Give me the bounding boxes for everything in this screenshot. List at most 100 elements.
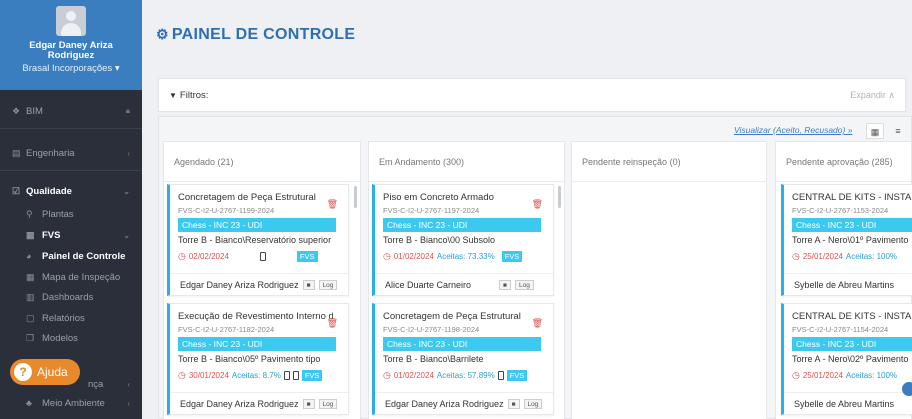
sidebar-item-label: Engenharia xyxy=(26,147,75,159)
card-tag: Chess - INC 23 - UDI xyxy=(792,337,912,351)
card-tag: Chess - INC 23 - UDI xyxy=(383,337,541,351)
card-accepted: Aceitas: 73.33% xyxy=(436,251,495,261)
comment-icon[interactable]: ■ xyxy=(499,279,511,290)
card-tag: Chess - INC 23 - UDI xyxy=(383,218,541,232)
card-tag: Chess - INC 23 - UDI xyxy=(178,218,336,232)
sidebar-item-dashboards[interactable]: ▥ Dashboards xyxy=(0,287,142,307)
card-user: Sybelle de Abreu Martins xyxy=(794,398,895,409)
card-title: Piso em Concreto Armado xyxy=(383,192,494,203)
inspection-card[interactable]: Piso em Concreto Armado FVS-C-I2-U-2767-… xyxy=(372,184,554,296)
comment-icon[interactable]: ■ xyxy=(507,398,520,409)
card-meta: ◷ 02/02/2024 FVS xyxy=(178,249,340,263)
lock-icon: 🔒︎ xyxy=(125,106,130,115)
inspection-card[interactable]: CENTRAL DE KITS - INSTALAÇÕ FVS-C-I2-U-2… xyxy=(781,184,912,296)
copy-icon: ❐ xyxy=(26,332,35,343)
card-location: Torre B - Bianco\05º Pavimento tipo xyxy=(178,354,321,364)
trash-icon[interactable]: 🗑︎ xyxy=(532,318,543,329)
scrollbar[interactable] xyxy=(354,186,357,208)
card-code: FVS-C-I2-U-2767-1197-2024 xyxy=(383,206,480,215)
grid-icon: ▦ xyxy=(26,271,35,282)
card-footer: Edgar Daney Ariza Rodriguez ■ Log xyxy=(170,273,348,295)
sidebar-item-painel-de-controle[interactable]: ◕ Painel de Controle xyxy=(0,246,142,266)
scrollbar[interactable] xyxy=(558,186,561,208)
card-accepted: Aceitas: 57.89% xyxy=(436,370,495,380)
trash-icon[interactable]: 🗑︎ xyxy=(532,199,543,210)
card-location: Torre B - Bianco\Reservatório superior xyxy=(178,235,332,245)
card-user: Alice Duarte Carneiro xyxy=(385,279,472,290)
list-view-button[interactable]: ≡ xyxy=(889,123,907,139)
sidebar-item-label: Relatórios xyxy=(42,312,85,324)
column-header: Em Andamento (300) xyxy=(369,142,564,182)
card-meta: ◷ 25/01/2024 Aceitas: 100% xyxy=(792,249,904,263)
mobile-icon xyxy=(292,370,299,380)
clock-icon: ◷ xyxy=(792,250,800,261)
log-button[interactable]: Log xyxy=(318,398,338,409)
card-meta: ◷ 01/02/2024 Aceitas: 57.89% FVS xyxy=(383,368,545,382)
card-meta: ◷ 25/01/2024 Aceitas: 100% xyxy=(792,368,904,382)
clock-icon: ◷ xyxy=(383,369,391,380)
card-footer: Sybelle de Abreu Martins xyxy=(784,273,912,295)
sidebar-item-engenharia[interactable]: ▤ Engenharia ‹ xyxy=(0,143,142,163)
sidebar-item-meio-ambiente[interactable]: ♣ Meio Ambiente ‹ xyxy=(0,393,142,413)
column-header: Pendente reinspeção (0) xyxy=(572,142,766,182)
fvs-badge[interactable]: FVS xyxy=(296,250,318,262)
sidebar-item-label: Modelos xyxy=(42,332,78,344)
inspection-card[interactable]: CENTRAL DE KITS - INSTALAÇÕ FVS-C-I2-U-2… xyxy=(781,303,912,415)
help-label: Ajuda xyxy=(37,365,68,379)
fvs-badge[interactable]: FVS xyxy=(501,250,523,262)
log-button[interactable]: Log xyxy=(318,279,338,290)
view-accepted-rejected-link[interactable]: Visualizar (Aceito, Recusado) » xyxy=(734,125,852,135)
expand-button[interactable]: Expandir ∧ xyxy=(850,90,895,101)
sidebar-item-mapa-de-inspecao[interactable]: ▦ Mapa de Inspeção xyxy=(0,267,142,287)
card-accepted: Aceitas: 8.7% xyxy=(231,370,281,380)
card-date: 02/02/2024 xyxy=(188,251,229,261)
card-code: FVS-C-I2-U-2767-1199-2024 xyxy=(178,206,275,215)
sidebar-item-plantas[interactable]: ⚲ Plantas xyxy=(0,204,142,224)
comment-icon[interactable]: ■ xyxy=(302,279,315,290)
log-button[interactable]: Log xyxy=(514,279,534,290)
sidebar-item-qualidade[interactable]: ☑ Qualidade ⌄ xyxy=(0,181,142,201)
map-marker-icon: ⚲ xyxy=(26,208,33,219)
sidebar-item-label: Meio Ambiente xyxy=(42,397,105,409)
inspection-card[interactable]: Concretagem de Peça Estrutural FVS-C-I2-… xyxy=(372,303,554,415)
sidebar-item-bim[interactable]: ❖ BIM 🔒︎ xyxy=(0,101,142,121)
list-icon: ≡ xyxy=(895,126,901,136)
card-title: Concretagem de Peça Estrutural xyxy=(178,192,316,203)
card-user: Edgar Daney Ariza Rodriguez xyxy=(180,279,299,290)
fvs-badge[interactable]: FVS xyxy=(506,369,528,381)
sidebar-item-fvs[interactable]: ▦ FVS ⌄ xyxy=(0,225,142,245)
card-tag: Chess - INC 23 - UDI xyxy=(178,337,336,351)
bar-chart-icon: ▥ xyxy=(26,291,35,302)
card-location: Torre B - Bianco\00 Subsolo xyxy=(383,235,496,245)
column-pendente-reinspecao: Pendente reinspeção (0) xyxy=(571,141,767,419)
fvs-badge[interactable]: FVS xyxy=(301,369,323,381)
building-icon: ▤ xyxy=(12,147,21,158)
sidebar-item-modelos[interactable]: ❐ Modelos xyxy=(0,328,142,348)
avatar[interactable] xyxy=(56,6,86,36)
card-date: 25/01/2024 xyxy=(802,251,843,261)
inspection-card[interactable]: Concretagem de Peça Estrutural FVS-C-I2-… xyxy=(167,184,349,296)
user-name: Edgar Daney Ariza Rodriguez xyxy=(29,40,113,61)
dashboard-icon: ⚙ xyxy=(156,26,169,42)
question-icon: ? xyxy=(14,363,32,381)
floating-action-button[interactable] xyxy=(902,382,912,396)
company-selector[interactable]: Brasal Incorporações ▾ xyxy=(0,63,142,74)
card-footer: Edgar Daney Ariza Rodriguez ■ Log xyxy=(170,392,348,414)
card-title: Execução de Revestimento Interno de xyxy=(178,311,333,322)
grid-view-button[interactable]: ▦ xyxy=(866,123,884,139)
trash-icon[interactable]: 🗑︎ xyxy=(327,199,338,210)
card-footer: Sybelle de Abreu Martins xyxy=(784,392,912,414)
card-footer: Alice Duarte Carneiro ■ Log xyxy=(375,273,553,295)
inspection-card[interactable]: Execução de Revestimento Interno de FVS-… xyxy=(167,303,349,415)
trash-icon[interactable]: 🗑︎ xyxy=(327,318,338,329)
log-button[interactable]: Log xyxy=(523,398,543,409)
card-meta: ◷ 01/02/2024 Aceitas: 73.33% FVS xyxy=(383,249,545,263)
sidebar-item-relatorios[interactable]: ▢ Relatórios xyxy=(0,308,142,328)
card-location: Torre A - Nero\02º Pavimento xyxy=(792,354,909,364)
divider xyxy=(0,128,142,129)
help-button[interactable]: ? Ajuda xyxy=(10,359,80,385)
card-code: FVS-C-I2-U-2767-1154-2024 xyxy=(792,325,889,334)
comment-icon[interactable]: ■ xyxy=(302,398,315,409)
card-user: Sybelle de Abreu Martins xyxy=(794,279,895,290)
card-date: 25/01/2024 xyxy=(802,370,843,380)
